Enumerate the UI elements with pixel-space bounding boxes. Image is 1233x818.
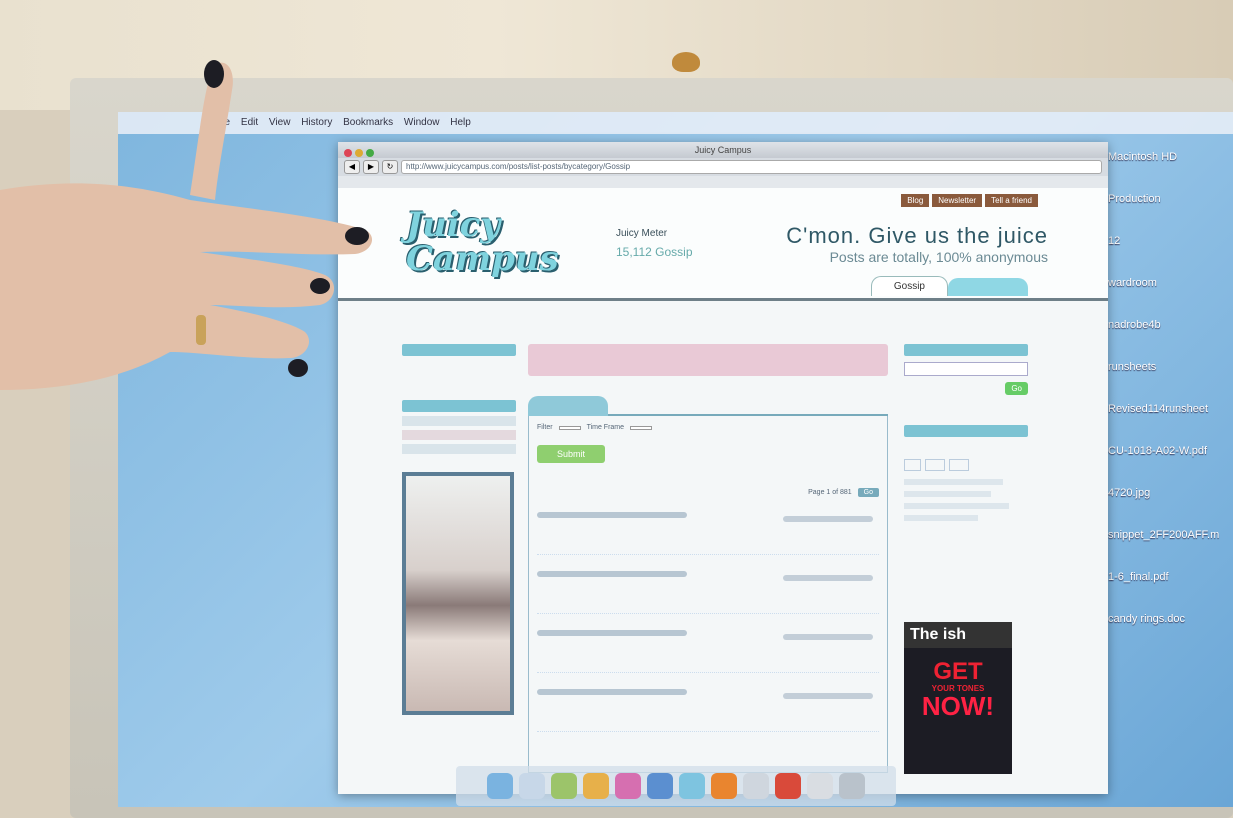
app-icon[interactable]	[743, 773, 769, 799]
photos-icon[interactable]	[583, 773, 609, 799]
trash-icon[interactable]	[839, 773, 865, 799]
ad-line-3: NOW!	[921, 691, 995, 721]
safari-icon[interactable]	[679, 773, 705, 799]
mail-icon[interactable]	[519, 773, 545, 799]
bookmarks-bar	[338, 176, 1108, 188]
finder-icon[interactable]	[487, 773, 513, 799]
tagline-sub: Posts are totally, 100% anonymous	[829, 249, 1048, 265]
banner-ad[interactable]	[528, 344, 888, 376]
content-tab-bar	[528, 392, 888, 416]
submit-button[interactable]: Submit	[537, 445, 606, 463]
sidebar-header	[402, 344, 516, 356]
newsletter-link[interactable]: Newsletter	[932, 194, 983, 207]
ad-brand: The ish	[904, 622, 1012, 648]
desktop-item[interactable]: 4720.jpg	[1108, 486, 1233, 528]
desktop-item[interactable]: wardroom	[1108, 276, 1233, 318]
window-title: Juicy Campus	[694, 145, 752, 155]
advanced-search-link[interactable]	[904, 395, 1028, 403]
app-icon[interactable]	[615, 773, 641, 799]
time-frame-select[interactable]	[630, 425, 653, 430]
address-bar[interactable]: http://www.juicycampus.com/posts/list-po…	[401, 160, 1102, 174]
right-sidebar: Go The ish GET YOUR TONES NOW!	[904, 344, 1028, 774]
tab-gossip[interactable]: Gossip	[870, 276, 948, 296]
desktop-icons: Macintosh HD Production 12 wardroom nadr…	[1108, 150, 1233, 654]
pointing-hand	[0, 60, 373, 390]
browser-window: Juicy Campus ◀ ▶ ↻ http://www.juicycampu…	[338, 142, 1108, 794]
time-frame-label: Time Frame	[586, 424, 625, 431]
acrobat-icon[interactable]	[775, 773, 801, 799]
blog-link[interactable]: Blog	[901, 194, 930, 207]
sidebar-tab[interactable]	[948, 459, 969, 471]
app-icon[interactable]	[551, 773, 577, 799]
active-content-tab[interactable]	[528, 396, 608, 416]
notice-bar	[338, 301, 1108, 323]
page-count: Page 1 of 881	[808, 489, 852, 496]
main-content: Filter Time Frame Submit Page 1 of 881 G…	[528, 344, 888, 773]
sidebar-tab[interactable]	[924, 459, 945, 471]
photo-advertisement[interactable]	[402, 472, 514, 715]
sidebar-tab[interactable]	[904, 459, 921, 471]
desktop-item[interactable]: snippet_2FF200AFF.m	[1108, 528, 1233, 570]
desktop-item[interactable]: Revised114runsheet	[1108, 402, 1233, 444]
go-button[interactable]: Go	[857, 488, 879, 497]
desktop-item[interactable]: candy rings.doc	[1108, 612, 1233, 654]
desktop-item[interactable]: nadrobe4b	[1108, 318, 1233, 360]
desktop-item[interactable]: 1-6_final.pdf	[1108, 570, 1233, 612]
juicy-meter: Juicy Meter 15,112 Gossip	[616, 228, 693, 259]
sidebar-tabs	[904, 459, 1028, 471]
tagline-main: C'mon. Give us the juice	[786, 223, 1048, 248]
desktop-item[interactable]: Production	[1108, 192, 1233, 234]
sidebar-header	[402, 400, 516, 412]
reload-button[interactable]: ↻	[382, 160, 398, 174]
preview-icon[interactable]	[807, 773, 833, 799]
left-sidebar	[402, 344, 516, 715]
sidebar-line	[402, 360, 516, 370]
site-header: Blog Newsletter Tell a friend Juicy Camp…	[338, 188, 1108, 301]
search-header	[904, 344, 1028, 356]
desktop-item[interactable]: CU-1018-A02-W.pdf	[1108, 444, 1233, 486]
list-item[interactable]	[537, 561, 879, 614]
tagline: C'mon. Give us the juice Posts are total…	[786, 223, 1048, 265]
site-logo[interactable]: Juicy Campus	[406, 208, 559, 288]
firefox-icon[interactable]	[711, 773, 737, 799]
menu-item-window[interactable]: Window	[404, 117, 440, 128]
tag-cloud	[402, 416, 516, 454]
meter-label: Juicy Meter	[616, 228, 668, 239]
meter-value: 15,112 Gossip	[616, 245, 693, 259]
ad-line-1: GET	[933, 658, 983, 685]
tell-friend-link[interactable]: Tell a friend	[985, 194, 1038, 207]
word-icon[interactable]	[647, 773, 673, 799]
menu-item-help[interactable]: Help	[450, 117, 471, 128]
necklace-pendant	[672, 52, 700, 72]
top-links: Blog Newsletter Tell a friend	[901, 194, 1038, 207]
filter-select[interactable]	[558, 425, 581, 430]
desktop-item[interactable]: 12	[1108, 234, 1233, 276]
desktop-item[interactable]: Macintosh HD	[1108, 150, 1233, 192]
list-item[interactable]	[537, 679, 879, 732]
list-item[interactable]	[537, 502, 879, 555]
sidebar-header	[904, 425, 1028, 437]
list-item[interactable]	[537, 620, 879, 673]
mac-dock	[456, 766, 896, 806]
filter-row: Filter Time Frame	[537, 424, 879, 431]
browser-titlebar: Juicy Campus	[338, 142, 1108, 158]
tones-advertisement[interactable]: The ish GET YOUR TONES NOW!	[904, 622, 1012, 774]
sidebar-list	[904, 479, 1028, 521]
search-go-button[interactable]: Go	[1005, 382, 1028, 395]
browser-toolbar: ◀ ▶ ↻ http://www.juicycampus.com/posts/l…	[338, 158, 1108, 176]
tab-next[interactable]	[948, 278, 1028, 296]
desktop-item[interactable]: runsheets	[1108, 360, 1233, 402]
search-input[interactable]	[904, 362, 1028, 376]
pagination: Page 1 of 881 Go	[537, 488, 879, 497]
post-panel: Filter Time Frame Submit Page 1 of 881 G…	[528, 416, 888, 773]
filter-label: Filter	[537, 424, 553, 431]
